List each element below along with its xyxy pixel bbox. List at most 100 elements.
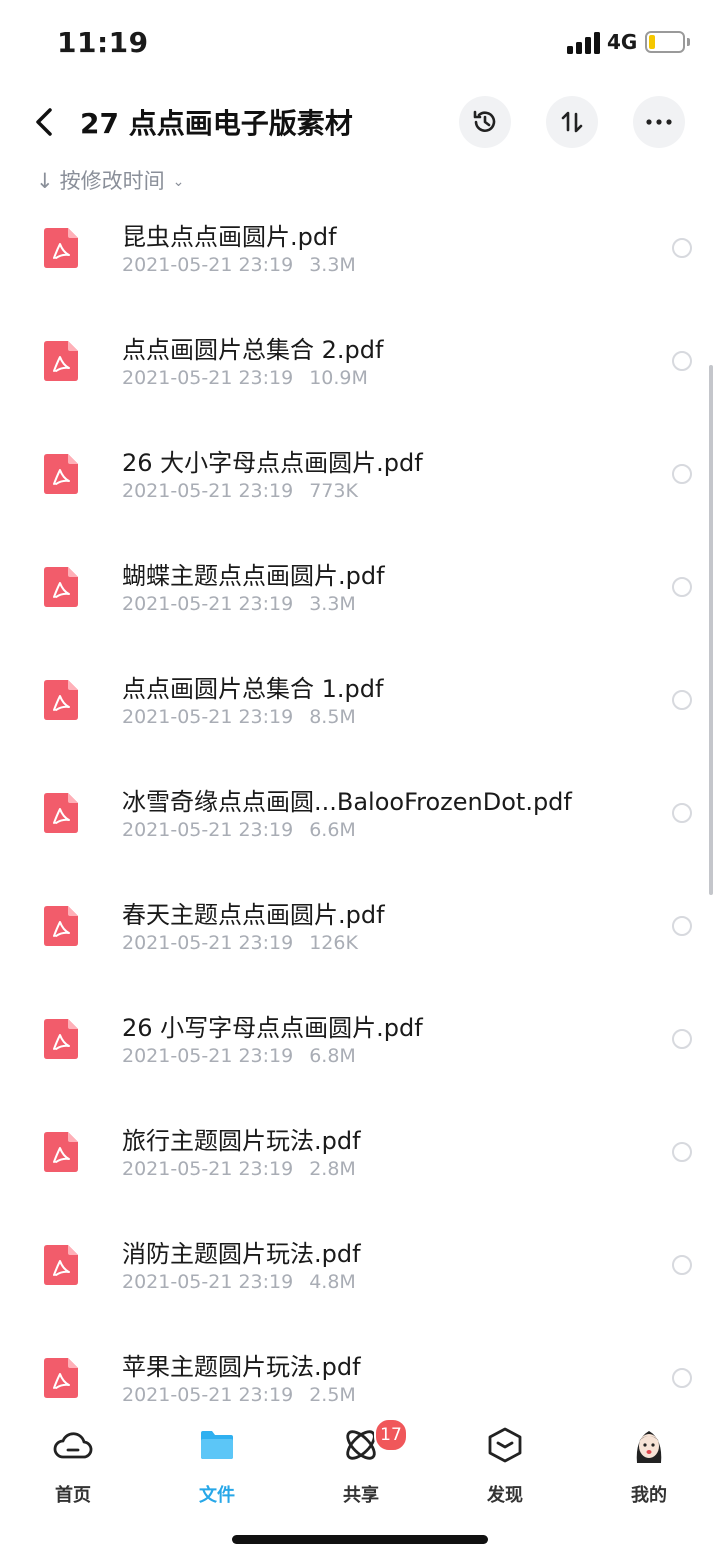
- select-radio[interactable]: [672, 1029, 692, 1049]
- file-date: 2021-05-21 23:19: [122, 819, 294, 841]
- file-row[interactable]: 昆虫点点画圆片.pdf 2021-05-21 23:19 3.3M: [0, 200, 720, 313]
- file-date: 2021-05-21 23:19: [122, 480, 294, 502]
- file-meta: 2021-05-21 23:19 4.8M: [122, 1271, 356, 1293]
- network-type: 4G: [607, 30, 638, 54]
- sort-arrows-icon: [561, 111, 583, 133]
- pdf-icon: [44, 454, 78, 494]
- tab-discover[interactable]: 发现: [455, 1425, 555, 1511]
- folder-icon: [201, 1431, 233, 1459]
- file-size: 4.8M: [309, 1271, 356, 1293]
- file-row[interactable]: 点点画圆片总集合 2.pdf 2021-05-21 23:19 10.9M: [0, 313, 720, 426]
- file-meta: 2021-05-21 23:19 6.8M: [122, 1045, 356, 1067]
- file-date: 2021-05-21 23:19: [122, 593, 294, 615]
- file-row[interactable]: 苹果主题圆片玩法.pdf 2021-05-21 23:19 2.5M: [0, 1330, 720, 1415]
- pdf-icon: [44, 567, 78, 607]
- avatar-icon: [636, 1431, 662, 1463]
- file-row[interactable]: 消防主题圆片玩法.pdf 2021-05-21 23:19 4.8M: [0, 1217, 720, 1330]
- file-meta: 2021-05-21 23:19 6.6M: [122, 819, 356, 841]
- file-row[interactable]: 点点画圆片总集合 1.pdf 2021-05-21 23:19 8.5M: [0, 652, 720, 765]
- cube-icon: [488, 1427, 522, 1463]
- file-size: 6.8M: [309, 1045, 356, 1067]
- cloud-icon: [53, 1432, 93, 1459]
- pdf-icon: [44, 906, 78, 946]
- tab-home-label: 首页: [55, 1485, 91, 1506]
- tab-files-label: 文件: [199, 1485, 235, 1506]
- home-indicator[interactable]: [232, 1535, 488, 1544]
- file-name: 昆虫点点画圆片.pdf: [122, 223, 337, 251]
- file-date: 2021-05-21 23:19: [122, 706, 294, 728]
- file-size: 2.8M: [309, 1158, 356, 1180]
- tab-files[interactable]: 文件: [167, 1425, 267, 1511]
- file-name: 冰雪奇缘点点画圆...BalooFrozenDot.pdf: [122, 788, 572, 816]
- file-row[interactable]: 26 小写字母点点画圆片.pdf 2021-05-21 23:19 6.8M: [0, 991, 720, 1104]
- select-radio[interactable]: [672, 464, 692, 484]
- file-date: 2021-05-21 23:19: [122, 254, 294, 276]
- pdf-icon: [44, 1245, 78, 1285]
- file-name: 苹果主题圆片玩法.pdf: [122, 1353, 361, 1381]
- file-date: 2021-05-21 23:19: [122, 1384, 294, 1406]
- tab-discover-label: 发现: [487, 1485, 523, 1506]
- history-icon: [473, 110, 496, 132]
- select-radio[interactable]: [672, 803, 692, 823]
- status-bar: 11:19 4G: [0, 0, 720, 88]
- pdf-icon: [44, 1019, 78, 1059]
- file-row[interactable]: 春天主题点点画圆片.pdf 2021-05-21 23:19 126K: [0, 878, 720, 991]
- select-radio[interactable]: [672, 1368, 692, 1388]
- file-size: 773K: [309, 480, 358, 502]
- pdf-icon: [44, 341, 78, 381]
- battery-icon: [645, 31, 685, 53]
- file-size: 126K: [309, 932, 358, 954]
- file-size: 10.9M: [309, 367, 368, 389]
- select-radio[interactable]: [672, 238, 692, 258]
- file-meta: 2021-05-21 23:19 8.5M: [122, 706, 356, 728]
- scrollbar[interactable]: [709, 365, 713, 895]
- file-meta: 2021-05-21 23:19 10.9M: [122, 367, 368, 389]
- pdf-icon: [44, 1132, 78, 1172]
- battery-tip: [687, 38, 690, 46]
- pdf-icon: [44, 1358, 78, 1398]
- file-meta: 2021-05-21 23:19 3.3M: [122, 593, 356, 615]
- file-row[interactable]: 蝴蝶主题点点画圆片.pdf 2021-05-21 23:19 3.3M: [0, 539, 720, 652]
- file-row[interactable]: 26 大小字母点点画圆片.pdf 2021-05-21 23:19 773K: [0, 426, 720, 539]
- file-row[interactable]: 旅行主题圆片玩法.pdf 2021-05-21 23:19 2.8M: [0, 1104, 720, 1217]
- file-list[interactable]: 昆虫点点画圆片.pdf 2021-05-21 23:19 3.3M 点点画圆片总集合 …: [0, 200, 720, 1415]
- file-name: 消防主题圆片玩法.pdf: [122, 1240, 361, 1268]
- page-title: 27 点点画电子版素材: [80, 107, 353, 140]
- file-date: 2021-05-21 23:19: [122, 932, 294, 954]
- file-size: 8.5M: [309, 706, 356, 728]
- more-dots-icon: [646, 119, 672, 125]
- history-button[interactable]: [459, 96, 511, 148]
- select-radio[interactable]: [672, 1142, 692, 1162]
- file-row[interactable]: 冰雪奇缘点点画圆...BalooFrozenDot.pdf 2021-05-21 …: [0, 765, 720, 878]
- pdf-icon: [44, 680, 78, 720]
- file-date: 2021-05-21 23:19: [122, 367, 294, 389]
- file-name: 点点画圆片总集合 1.pdf: [122, 675, 384, 703]
- more-button[interactable]: [633, 96, 685, 148]
- file-name: 26 大小字母点点画圆片.pdf: [122, 449, 423, 477]
- file-date: 2021-05-21 23:19: [122, 1271, 294, 1293]
- file-size: 3.3M: [309, 254, 356, 276]
- file-name: 点点画圆片总集合 2.pdf: [122, 336, 384, 364]
- tab-mine[interactable]: 我的: [599, 1425, 699, 1511]
- share-badge: 17: [374, 1418, 408, 1452]
- tab-home[interactable]: 首页: [23, 1425, 123, 1511]
- sort-button[interactable]: [546, 96, 598, 148]
- pdf-icon: [44, 793, 78, 833]
- battery-level: [649, 35, 655, 49]
- select-radio[interactable]: [672, 577, 692, 597]
- back-button[interactable]: [30, 104, 60, 140]
- file-date: 2021-05-21 23:19: [122, 1045, 294, 1067]
- select-radio[interactable]: [672, 916, 692, 936]
- chevron-left-icon: [36, 108, 52, 136]
- file-name: 蝴蝶主题点点画圆片.pdf: [122, 562, 385, 590]
- select-radio[interactable]: [672, 690, 692, 710]
- select-radio[interactable]: [672, 1255, 692, 1275]
- sort-direction-icon: ↓: [36, 169, 54, 193]
- file-name: 春天主题点点画圆片.pdf: [122, 901, 385, 929]
- sort-dropdown[interactable]: ↓ 按修改时间 ⌄: [36, 165, 184, 195]
- file-name: 26 小写字母点点画圆片.pdf: [122, 1014, 423, 1042]
- file-meta: 2021-05-21 23:19 126K: [122, 932, 358, 954]
- file-meta: 2021-05-21 23:19 2.8M: [122, 1158, 356, 1180]
- file-meta: 2021-05-21 23:19 773K: [122, 480, 358, 502]
- select-radio[interactable]: [672, 351, 692, 371]
